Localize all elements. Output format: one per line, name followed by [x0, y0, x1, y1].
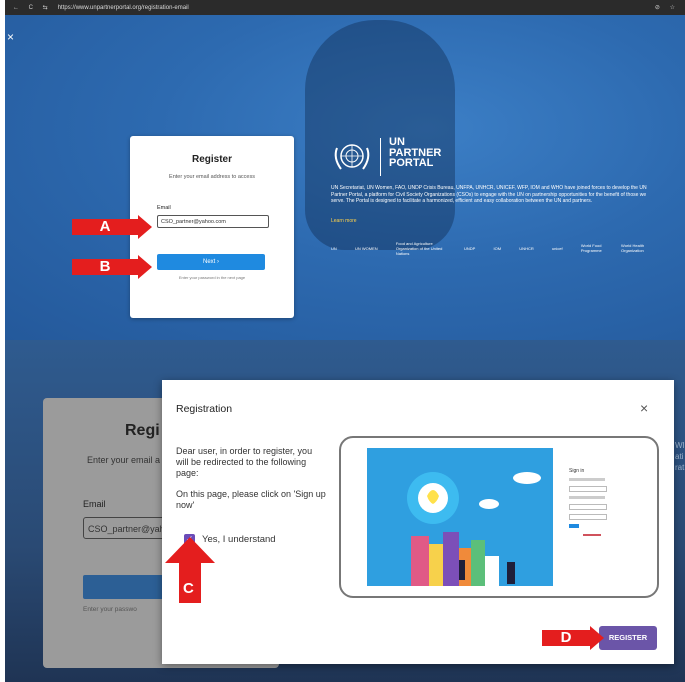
annotation-label-b: B [72, 259, 138, 275]
dimmed-text-fragment: WI ati rat [675, 440, 685, 473]
preview-field-line [569, 496, 605, 499]
preview-button [569, 524, 579, 528]
dimmed-email-label: Email [83, 499, 106, 509]
dimmed-text-line: ati [675, 452, 684, 461]
annotation-arrow-a: A [72, 215, 152, 239]
partner-logo: World Food Programme [580, 243, 602, 253]
preview-field-line [569, 486, 607, 492]
partner-logo: UN [331, 245, 337, 251]
annotation-label-d: D [542, 630, 590, 646]
partner-logo: unicef [551, 245, 563, 251]
register-card: Register Enter your email address to acc… [130, 136, 294, 318]
address-bar[interactable]: https://www.unpartnerportal.org/registra… [58, 5, 189, 11]
partner-logo: Food and Agriculture Organization of the… [395, 240, 443, 256]
partner-logo: IOM [493, 245, 502, 251]
city-illustration-icon [367, 448, 553, 586]
dialog-message: Dear user, in order to register, you wil… [176, 446, 313, 478]
dialog-instruction: On this page, please click on 'Sign up n… [176, 489, 326, 510]
partner-logo: UNDP [464, 245, 476, 251]
top-screenshot: ← C ⇆ https://www.unpartnerportal.org/re… [5, 0, 685, 340]
registration-dialog: Registration × Dear user, in order to re… [162, 380, 674, 664]
partner-logo: UN WOMEN [354, 245, 378, 251]
browser-right-icons[interactable]: ⊘ ☆ [655, 4, 679, 11]
arrow-head-icon [138, 255, 152, 279]
preview-field-line [569, 478, 605, 481]
logo-divider [380, 138, 381, 176]
un-emblem-icon [334, 144, 370, 170]
portal-description: UN Secretariat, UN Women, FAO, UNDP Cris… [331, 185, 647, 204]
dimmed-text-line: WI [675, 441, 685, 450]
close-icon[interactable]: × [7, 30, 14, 44]
arrow-head-icon [590, 626, 604, 650]
annotation-label-a: A [72, 219, 138, 235]
browser-toolbar: ← C ⇆ https://www.unpartnerportal.org/re… [5, 0, 685, 15]
register-button[interactable]: REGISTER [599, 626, 657, 650]
next-button[interactable]: Next › [157, 254, 265, 270]
annotation-arrow-b: B [72, 255, 152, 279]
partner-logo: UNHCR [519, 245, 534, 251]
learn-more-link[interactable]: Learn more [331, 218, 357, 224]
background-photo-figure [305, 20, 455, 250]
annotation-label-c: C [183, 580, 194, 597]
signin-page-preview: Sign in [339, 436, 659, 598]
preview-field-line [569, 504, 607, 510]
signin-form-preview: Sign in [553, 448, 653, 586]
dimmed-next-hint: Enter your passwo [83, 606, 137, 613]
arrow-head-icon [138, 215, 152, 239]
partner-logos: UN UN WOMEN Food and Agriculture Organiz… [331, 240, 661, 256]
portal-title: UN PARTNER PORTAL [389, 137, 441, 169]
next-hint: Enter your password in the next page [178, 275, 246, 280]
register-subtitle: Enter your email address to access [169, 174, 255, 180]
preview-signin-label: Sign in [569, 468, 585, 474]
preview-field-line [569, 514, 607, 520]
portal-title-line: PORTAL [389, 157, 434, 169]
dimmed-register-subtitle: Enter your email a [87, 455, 161, 465]
email-label: Email [157, 205, 171, 211]
dialog-title: Registration [176, 403, 233, 415]
register-title: Register [191, 154, 232, 165]
annotation-arrow-d: D [542, 626, 604, 650]
dimmed-register-title: Regi [125, 422, 160, 439]
dimmed-text-line: rat [675, 463, 685, 472]
portal-title-line: UN [389, 136, 405, 148]
preview-link [583, 534, 601, 536]
partner-logo: World Health Organization [621, 243, 645, 253]
close-icon[interactable]: × [640, 400, 648, 416]
email-field[interactable]: CSO_partner@yahoo.com [157, 215, 269, 228]
browser-nav-icons[interactable]: ← C ⇆ [13, 4, 52, 11]
